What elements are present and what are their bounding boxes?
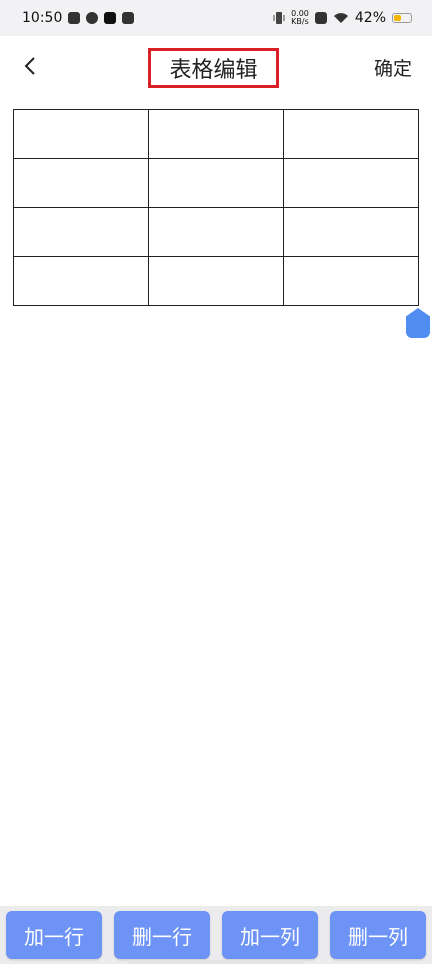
table-cell[interactable] [148, 158, 284, 208]
add-row-button[interactable]: 加一行 [6, 911, 102, 959]
chevron-left-icon [24, 57, 35, 75]
table-cell[interactable] [148, 207, 284, 257]
delete-row-button[interactable]: 删一行 [114, 911, 210, 959]
back-button[interactable] [20, 54, 40, 78]
net-speed: 0.00 KB/s [291, 10, 309, 26]
table-row [13, 109, 419, 159]
table-cell[interactable] [283, 207, 419, 257]
table-cell[interactable] [13, 207, 149, 257]
delete-column-button[interactable]: 删一列 [330, 911, 426, 959]
add-column-button[interactable]: 加一列 [222, 911, 318, 959]
battery-fill [394, 15, 401, 21]
header-bar: 表格编辑 确定 [0, 36, 432, 98]
status-left: 10:50 [22, 10, 135, 26]
confirm-button[interactable]: 确定 [374, 54, 412, 80]
table-cell[interactable] [148, 109, 284, 159]
resize-handle[interactable] [406, 308, 430, 338]
table-cell[interactable] [283, 256, 419, 306]
tiktok-icon [104, 12, 117, 24]
table-grid [13, 109, 419, 306]
table-cell[interactable] [13, 158, 149, 208]
table-cell[interactable] [283, 109, 419, 159]
editor-area [0, 98, 432, 906]
mail-icon [122, 12, 135, 24]
page-title: 表格编辑 [148, 48, 279, 88]
table-cell[interactable] [283, 158, 419, 208]
table-body [13, 109, 419, 306]
status-bar: 10:50 0.00 KB/s 42% [0, 0, 432, 36]
vibrate-icon [273, 12, 285, 24]
table-row [13, 207, 419, 257]
table-row [13, 256, 419, 306]
table-cell[interactable] [13, 109, 149, 159]
table-row [13, 158, 419, 208]
inbox-icon [68, 12, 81, 24]
battery-icon [392, 13, 412, 23]
sync-icon [86, 12, 99, 24]
wifi-icon [333, 13, 348, 23]
status-time: 10:50 [22, 10, 63, 26]
home-indicator [128, 960, 304, 964]
action-bar: 加一行 删一行 加一列 删一列 [0, 906, 432, 964]
table-cell[interactable] [148, 256, 284, 306]
battery-percent: 42% [354, 10, 386, 26]
table-cell[interactable] [13, 256, 149, 306]
close-box-icon [314, 12, 327, 24]
net-speed-unit: KB/s [291, 17, 309, 26]
status-right: 0.00 KB/s 42% [273, 10, 412, 26]
